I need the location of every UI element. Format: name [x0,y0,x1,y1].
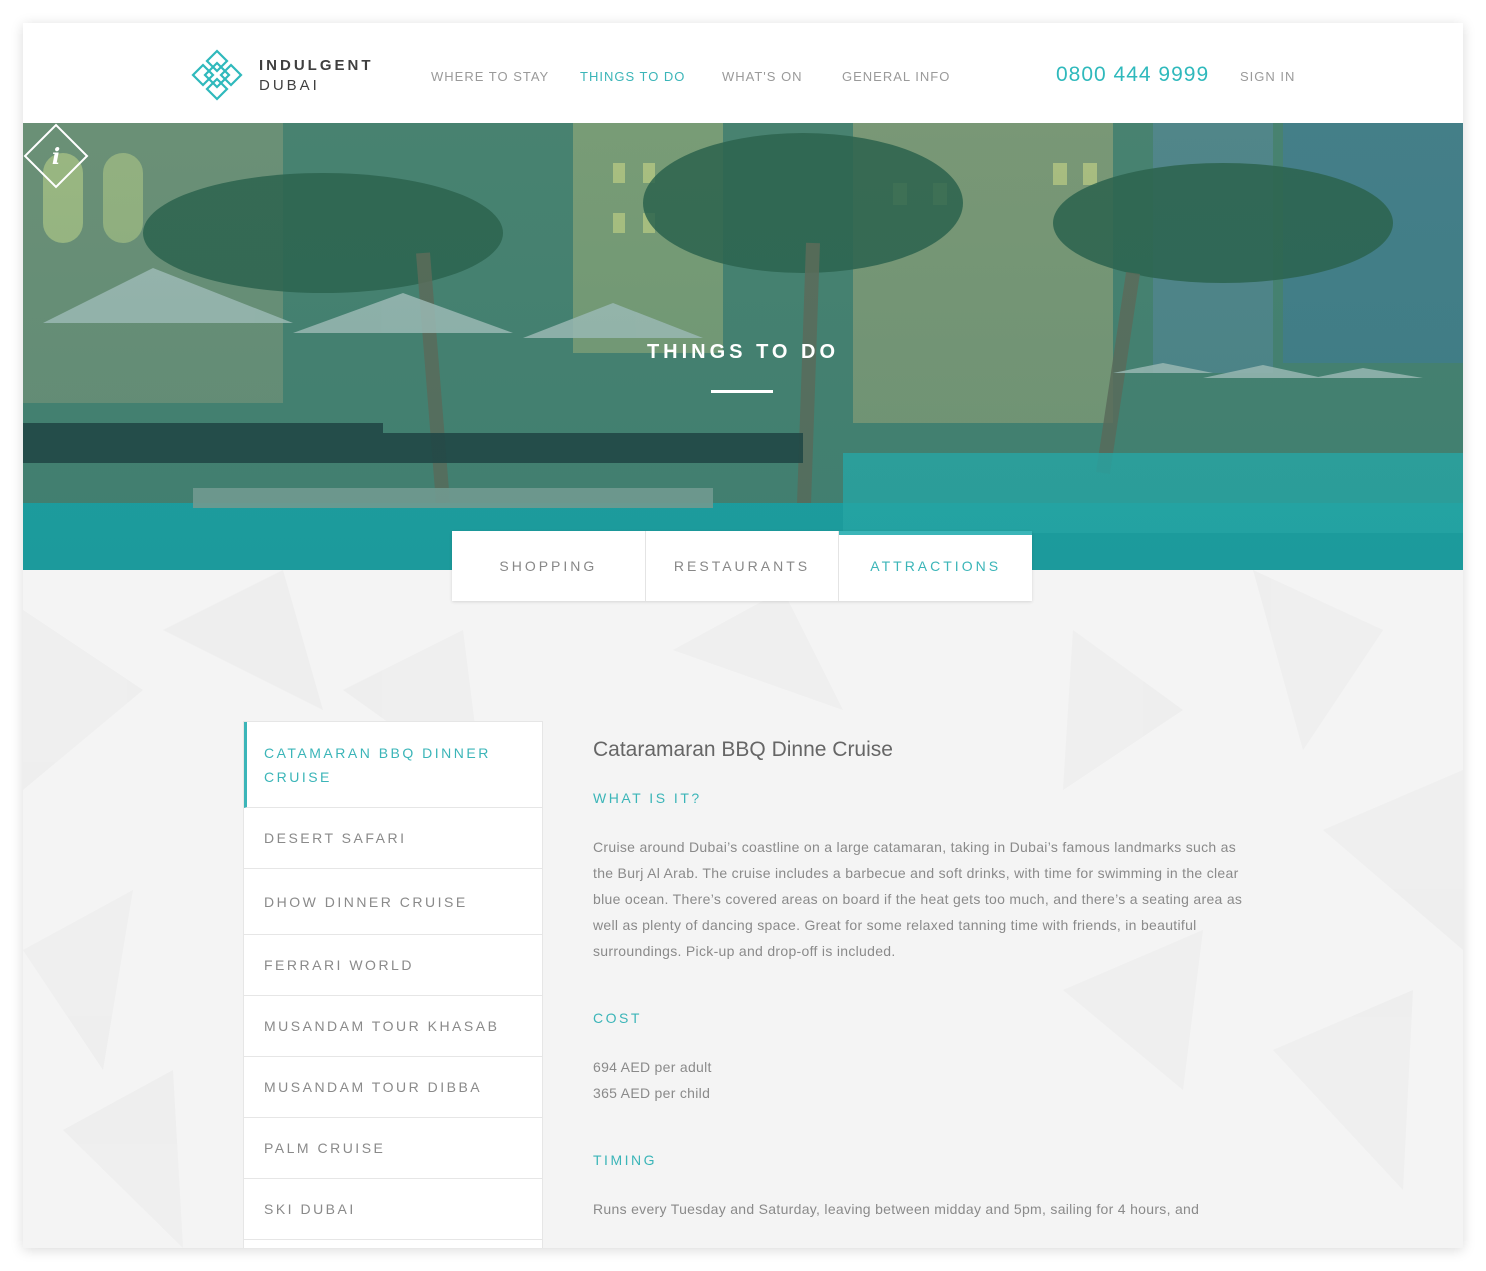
list-item-dhow-dinner-cruise[interactable]: DHOW DINNER CRUISE [244,869,542,935]
list-item-desert-safari[interactable]: DESERT SAFARI [244,808,542,869]
list-item-musandam-khasab[interactable]: MUSANDAM TOUR KHASAB [244,996,542,1057]
tab-restaurants[interactable]: RESTAURANTS [646,531,840,601]
nav-where-to-stay[interactable]: WHERE TO STAY [431,69,549,84]
list-item-label: DESERT SAFARI [264,830,407,846]
category-tabs: SHOPPING RESTAURANTS ATTRACTIONS [452,531,1032,601]
list-item-partial[interactable] [244,1240,542,1248]
hero-divider [711,390,773,393]
list-item-catamaran-bbq[interactable]: CATAMARAN BBQ DINNER CRUISE [244,722,542,808]
tab-attractions[interactable]: ATTRACTIONS [839,531,1032,601]
list-item-label: CATAMARAN BBQ DINNER CRUISE [264,744,491,785]
section-what-text: Cruise around Dubai’s coastline on a lar… [593,839,1243,959]
hero-banner: i THINGS TO DO [23,123,1463,570]
attractions-list: CATAMARAN BBQ DINNER CRUISE DESERT SAFAR… [243,721,543,1248]
list-item-label: MUSANDAM TOUR DIBBA [264,1079,483,1095]
attraction-detail: Cataramaran BBQ Dinne Cruise WHAT IS IT?… [593,738,1253,1222]
list-item-musandam-dibba[interactable]: MUSANDAM TOUR DIBBA [244,1057,542,1118]
brand-city: DUBAI [259,77,320,94]
section-timing-text: Runs every Tuesday and Saturday, leaving… [593,1201,1200,1217]
cost-child: 365 AED per child [593,1085,711,1101]
section-what-label: WHAT IS IT? [593,790,702,806]
list-item-ferrari-world[interactable]: FERRARI WORLD [244,935,542,996]
svg-text:i: i [52,144,60,170]
nav-things-to-do[interactable]: THINGS TO DO [580,69,685,84]
hero-title: THINGS TO DO [646,341,840,363]
logo-knot-icon [191,49,243,101]
list-item-label: SKI DUBAI [264,1201,356,1217]
brand-name: INDULGENT [259,57,374,74]
list-item-label: DHOW DINNER CRUISE [264,893,468,910]
page-frame: INDULGENT DUBAI WHERE TO STAY THINGS TO … [23,23,1463,1248]
list-item-label: PALM CRUISE [264,1140,386,1156]
cost-adult: 694 AED per adult [593,1059,712,1075]
nav-general-info[interactable]: GENERAL INFO [842,69,950,84]
sign-in-link[interactable]: SIGN IN [1240,69,1295,84]
list-item-label: FERRARI WORLD [264,957,414,973]
list-item-label: MUSANDAM TOUR KHASAB [264,1018,500,1034]
site-header: INDULGENT DUBAI WHERE TO STAY THINGS TO … [23,23,1463,123]
brand-logo[interactable]: INDULGENT DUBAI [191,49,391,101]
detail-title: Cataramaran BBQ Dinne Cruise [593,738,893,761]
list-item-ski-dubai[interactable]: SKI DUBAI [244,1179,542,1240]
nav-whats-on[interactable]: WHAT'S ON [722,69,803,84]
section-cost-label: COST [593,1010,642,1026]
tab-shopping[interactable]: SHOPPING [452,531,646,601]
info-diamond-icon: i [23,123,89,189]
phone-number[interactable]: 0800 444 9999 [1056,63,1209,87]
list-item-palm-cruise[interactable]: PALM CRUISE [244,1118,542,1179]
section-timing-label: TIMING [593,1152,657,1168]
